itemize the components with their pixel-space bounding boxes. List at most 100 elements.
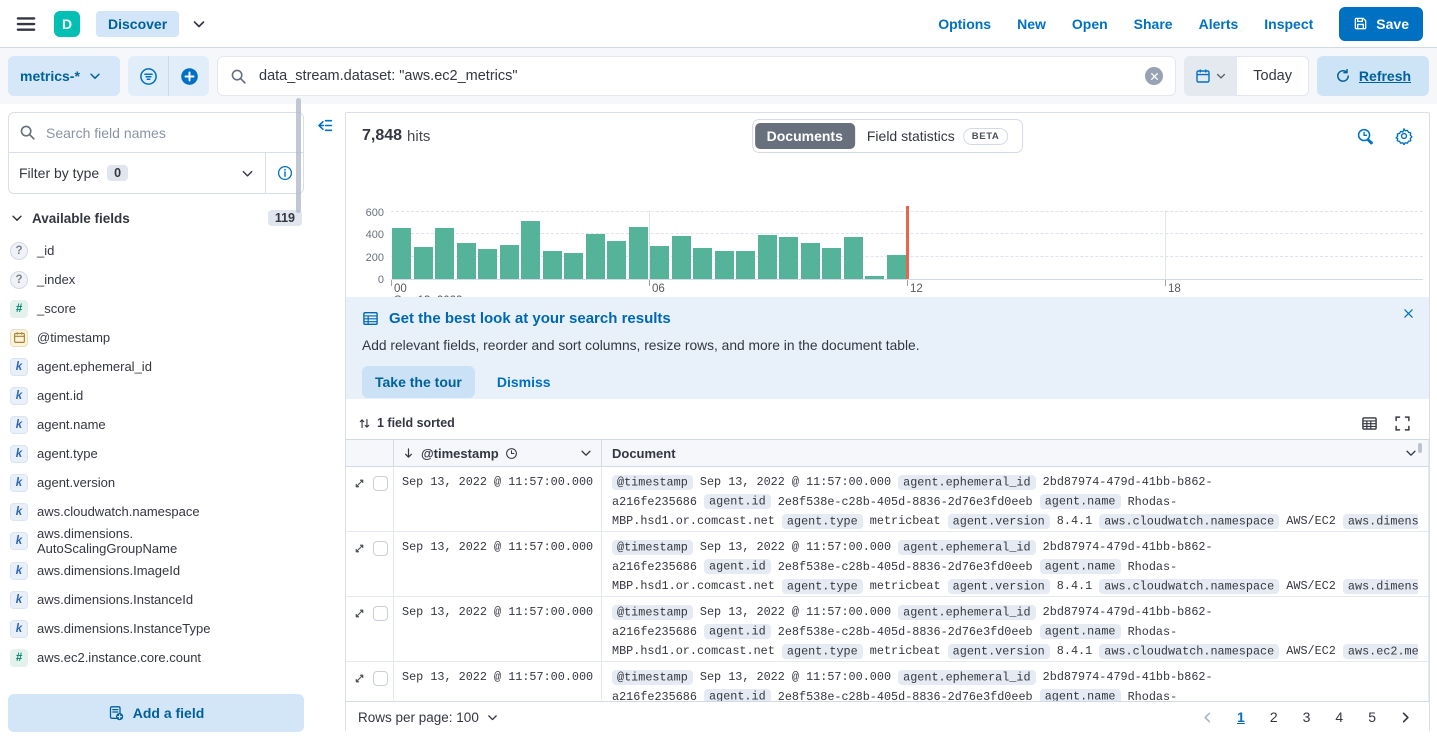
collapse-sidebar-icon[interactable] — [316, 117, 333, 134]
sidebar-scrollbar[interactable] — [296, 98, 301, 213]
histogram-bar[interactable] — [392, 228, 411, 279]
hamburger-menu-icon[interactable] — [14, 12, 38, 36]
field-item-_score[interactable]: #_score — [8, 294, 304, 323]
close-callout-icon[interactable] — [1402, 307, 1415, 320]
clock-icon — [505, 447, 518, 460]
display-options-icon[interactable] — [1361, 415, 1378, 432]
add-field-button[interactable]: Add a field — [8, 694, 304, 732]
histogram-bar[interactable] — [758, 235, 777, 279]
query-input[interactable] — [257, 67, 1135, 85]
page-5[interactable]: 5 — [1361, 707, 1383, 727]
field-search-input[interactable] — [44, 124, 293, 142]
histogram-bar[interactable] — [865, 276, 884, 279]
field-item-agent.version[interactable]: kagent.version — [8, 468, 304, 497]
chart-options-gear-icon[interactable] — [1395, 127, 1413, 145]
topbar-link-share[interactable]: Share — [1134, 16, 1173, 32]
histogram-bar[interactable] — [564, 253, 583, 279]
histogram-bar[interactable] — [435, 228, 454, 279]
field-item-agent.type[interactable]: kagent.type — [8, 439, 304, 468]
row-checkbox[interactable] — [373, 476, 388, 491]
timestamp-column-header[interactable]: @timestamp — [394, 440, 602, 466]
histogram-bar[interactable] — [822, 248, 841, 279]
histogram-bar[interactable] — [844, 237, 863, 279]
topbar-link-options[interactable]: Options — [938, 16, 991, 32]
histogram-bar[interactable] — [543, 251, 562, 279]
histogram-bar[interactable] — [779, 237, 798, 279]
calendar-dropdown-button[interactable] — [1185, 57, 1237, 95]
histogram-bar[interactable] — [607, 241, 626, 279]
field-item-aws.ec2.instance.core.count[interactable]: #aws.ec2.instance.core.count — [8, 643, 304, 672]
saved-query-filter-icon[interactable] — [128, 56, 168, 96]
breadcrumb[interactable]: Discover — [96, 11, 179, 37]
add-filter-icon[interactable] — [169, 56, 209, 96]
tab-field-statistics[interactable]: Field statisticsBETA — [855, 123, 1020, 150]
filter-by-type-dropdown[interactable]: Filter by type 0 — [9, 153, 265, 193]
histogram-bar[interactable] — [801, 243, 820, 279]
refresh-icon — [1335, 68, 1351, 84]
data-view-picker[interactable]: metrics-* — [8, 56, 120, 96]
table-scrollbar[interactable] — [1418, 443, 1422, 453]
field-item-aws.dimensions.AutoScalingGroupName[interactable]: kaws.dimensions.AutoScalingGroupName — [8, 526, 304, 556]
topbar-link-inspect[interactable]: Inspect — [1264, 16, 1313, 32]
chevron-down-icon[interactable] — [1404, 446, 1418, 460]
row-checkbox[interactable] — [373, 541, 388, 556]
breadcrumb-chevron-icon[interactable] — [191, 16, 207, 32]
take-the-tour-button[interactable]: Take the tour — [362, 366, 475, 398]
expand-row-icon[interactable] — [353, 607, 366, 620]
histogram-bar[interactable] — [457, 243, 476, 279]
histogram-bar[interactable] — [500, 245, 519, 280]
field-item-aws.dimensions.ImageId[interactable]: kaws.dimensions.ImageId — [8, 556, 304, 585]
dismiss-button[interactable]: Dismiss — [497, 374, 551, 390]
histogram-bar[interactable] — [693, 248, 712, 279]
page-2[interactable]: 2 — [1263, 707, 1285, 727]
expand-row-icon[interactable] — [353, 672, 366, 685]
histogram-bar[interactable] — [715, 251, 734, 279]
field-item-agent.name[interactable]: kagent.name — [8, 410, 304, 439]
fullscreen-icon[interactable] — [1394, 415, 1411, 432]
page-4[interactable]: 4 — [1328, 707, 1350, 727]
topbar-link-new[interactable]: New — [1017, 16, 1046, 32]
next-page-icon[interactable] — [1394, 710, 1417, 725]
refresh-button[interactable]: Refresh — [1317, 56, 1429, 96]
histogram-bar[interactable] — [521, 221, 540, 279]
available-fields-header[interactable]: Available fields 119 — [10, 210, 302, 226]
expand-row-icon[interactable] — [353, 477, 366, 490]
discover-app-logo[interactable]: D — [54, 11, 80, 37]
chevron-down-icon[interactable] — [579, 446, 593, 460]
field-item-aws.dimensions.InstanceType[interactable]: kaws.dimensions.InstanceType — [8, 614, 304, 643]
field-item-@timestamp[interactable]: @timestamp — [8, 323, 304, 352]
histogram-chart[interactable]: 0200400600 00Sep 13, 2022061218 Sep 13, … — [346, 159, 1429, 267]
row-checkbox[interactable] — [373, 671, 388, 686]
rows-per-page-button[interactable]: Rows per page: 100 — [358, 710, 499, 725]
histogram-bar[interactable] — [414, 247, 433, 279]
field-item-agent.ephemeral_id[interactable]: kagent.ephemeral_id — [8, 352, 304, 381]
page-3[interactable]: 3 — [1296, 707, 1318, 727]
field-name-pill: agent.name — [1040, 624, 1121, 639]
save-button[interactable]: Save — [1339, 7, 1423, 41]
field-item-aws.cloudwatch.namespace[interactable]: kaws.cloudwatch.namespace — [8, 497, 304, 526]
document-column-header[interactable]: Document — [602, 440, 1429, 466]
histogram-bar[interactable] — [586, 234, 605, 279]
histogram-bar[interactable] — [629, 227, 648, 279]
date-range-today-button[interactable]: Today — [1237, 57, 1308, 95]
histogram-bar[interactable] — [736, 251, 755, 279]
field-item-agent.id[interactable]: kagent.id — [8, 381, 304, 410]
page-1[interactable]: 1 — [1230, 707, 1252, 727]
expand-row-icon[interactable] — [353, 542, 366, 555]
topbar-link-alerts[interactable]: Alerts — [1199, 16, 1239, 32]
clear-query-icon[interactable] — [1145, 67, 1163, 85]
histogram-bar[interactable] — [887, 255, 906, 279]
field-item-_id[interactable]: ?_id — [8, 236, 304, 265]
field-item-_index[interactable]: ?_index — [8, 265, 304, 294]
topbar-link-open[interactable]: Open — [1072, 16, 1108, 32]
histogram-plot[interactable]: 00Sep 13, 2022061218 — [391, 210, 1423, 280]
row-checkbox[interactable] — [373, 606, 388, 621]
search-sessions-icon[interactable] — [1356, 127, 1375, 146]
tab-documents[interactable]: Documents — [755, 123, 855, 149]
histogram-bar[interactable] — [650, 246, 669, 279]
histogram-bar[interactable] — [672, 236, 691, 279]
histogram-bar[interactable] — [478, 249, 497, 279]
field-item-aws.dimensions.InstanceId[interactable]: kaws.dimensions.InstanceId — [8, 585, 304, 614]
sorted-fields-button[interactable]: 1 field sorted — [358, 416, 455, 430]
previous-page-icon[interactable] — [1196, 710, 1219, 725]
